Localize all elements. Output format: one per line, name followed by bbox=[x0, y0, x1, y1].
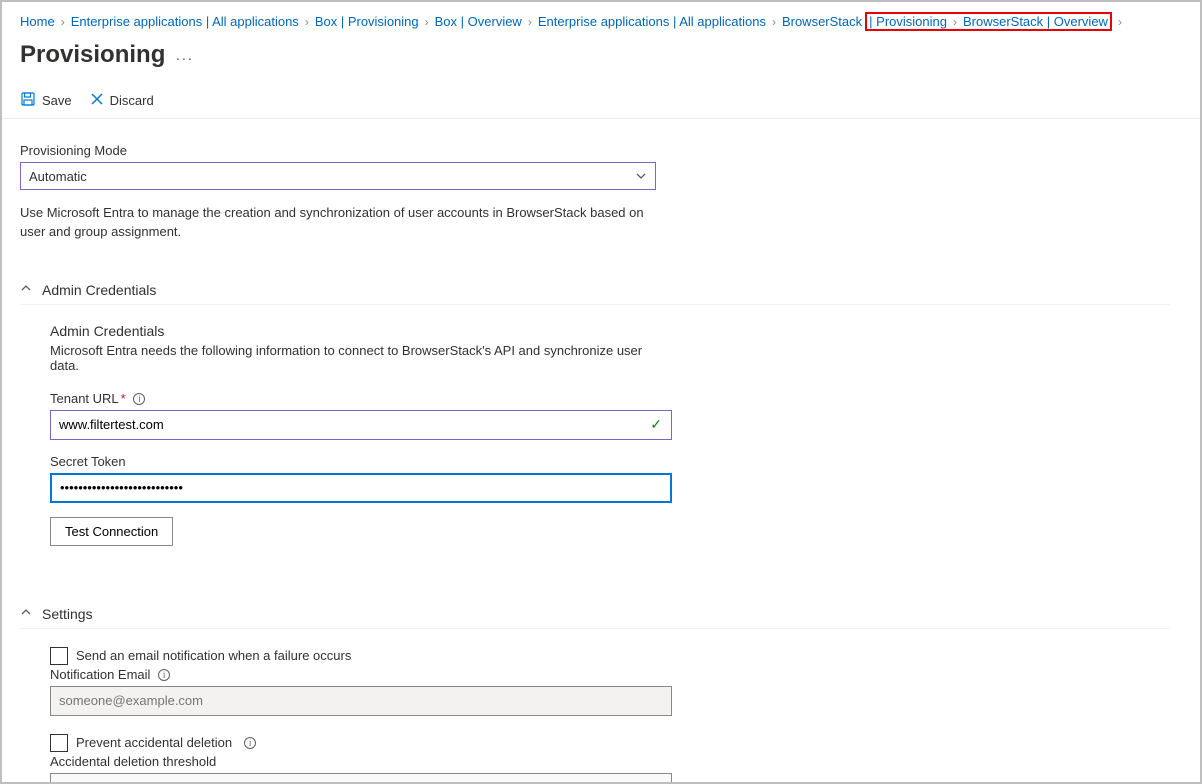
admin-credentials-title: Admin Credentials bbox=[50, 323, 670, 339]
page-title: Provisioning bbox=[20, 41, 165, 69]
save-label: Save bbox=[42, 93, 72, 108]
tenant-url-input[interactable] bbox=[50, 410, 672, 440]
prevent-deletion-label: Prevent accidental deletion bbox=[76, 735, 232, 750]
provisioning-mode-description: Use Microsoft Entra to manage the creati… bbox=[20, 204, 660, 242]
provisioning-mode-value: Automatic bbox=[29, 169, 87, 184]
save-icon bbox=[20, 91, 36, 110]
admin-credentials-desc: Microsoft Entra needs the following info… bbox=[50, 343, 670, 373]
test-connection-button[interactable]: Test Connection bbox=[50, 517, 173, 546]
bc-browserstack-overview[interactable]: BrowserStack | Overview bbox=[963, 14, 1108, 29]
command-bar: Save Discard bbox=[2, 83, 1200, 119]
checkmark-icon: ✓ bbox=[650, 416, 662, 433]
chevron-right-icon: › bbox=[61, 15, 65, 29]
bc-box-overview[interactable]: Box | Overview bbox=[435, 14, 522, 29]
notify-failure-label: Send an email notification when a failur… bbox=[76, 648, 351, 663]
save-button[interactable]: Save bbox=[20, 91, 72, 110]
info-icon[interactable]: i bbox=[244, 737, 256, 749]
chevron-right-icon: › bbox=[1118, 15, 1122, 29]
chevron-right-icon: › bbox=[772, 15, 776, 29]
prevent-deletion-checkbox[interactable] bbox=[50, 734, 68, 752]
tenant-url-label: Tenant URL* i bbox=[50, 391, 670, 406]
info-icon[interactable]: i bbox=[133, 393, 145, 405]
secret-token-label: Secret Token bbox=[50, 454, 670, 469]
discard-button[interactable]: Discard bbox=[90, 92, 154, 109]
chevron-up-icon bbox=[20, 282, 32, 297]
deletion-threshold-label: Accidental deletion threshold bbox=[50, 754, 670, 769]
secret-token-input[interactable] bbox=[50, 473, 672, 503]
admin-section-title: Admin Credentials bbox=[42, 282, 156, 298]
settings-section-header[interactable]: Settings bbox=[20, 606, 1170, 629]
notification-email-input[interactable] bbox=[50, 686, 672, 716]
chevron-right-icon: › bbox=[425, 15, 429, 29]
notification-email-label: Notification Email bbox=[50, 667, 150, 682]
deletion-threshold-input[interactable] bbox=[50, 773, 672, 784]
chevron-right-icon: › bbox=[953, 15, 957, 29]
chevron-down-icon bbox=[635, 170, 647, 185]
more-actions-icon[interactable]: ··· bbox=[175, 44, 193, 67]
bc-box-provisioning[interactable]: Box | Provisioning bbox=[315, 14, 419, 29]
admin-credentials-section-header[interactable]: Admin Credentials bbox=[20, 282, 1170, 305]
bc-home[interactable]: Home bbox=[20, 14, 55, 29]
bc-ent-apps-2[interactable]: Enterprise applications | All applicatio… bbox=[538, 14, 766, 29]
chevron-up-icon bbox=[20, 606, 32, 621]
bc-browserstack-provisioning[interactable]: BrowserStack bbox=[782, 14, 862, 29]
provisioning-mode-label: Provisioning Mode bbox=[20, 143, 664, 158]
notify-failure-checkbox[interactable] bbox=[50, 647, 68, 665]
discard-label: Discard bbox=[110, 93, 154, 108]
close-icon bbox=[90, 92, 104, 109]
settings-section-title: Settings bbox=[42, 606, 93, 622]
breadcrumb: Home › Enterprise applications | All app… bbox=[2, 2, 1200, 35]
chevron-right-icon: › bbox=[528, 15, 532, 29]
bc-browserstack-provisioning-part2[interactable]: | Provisioning bbox=[869, 14, 947, 29]
info-icon[interactable]: i bbox=[158, 669, 170, 681]
provisioning-mode-dropdown[interactable]: Automatic bbox=[20, 162, 656, 190]
bc-ent-apps-1[interactable]: Enterprise applications | All applicatio… bbox=[71, 14, 299, 29]
chevron-right-icon: › bbox=[305, 15, 309, 29]
